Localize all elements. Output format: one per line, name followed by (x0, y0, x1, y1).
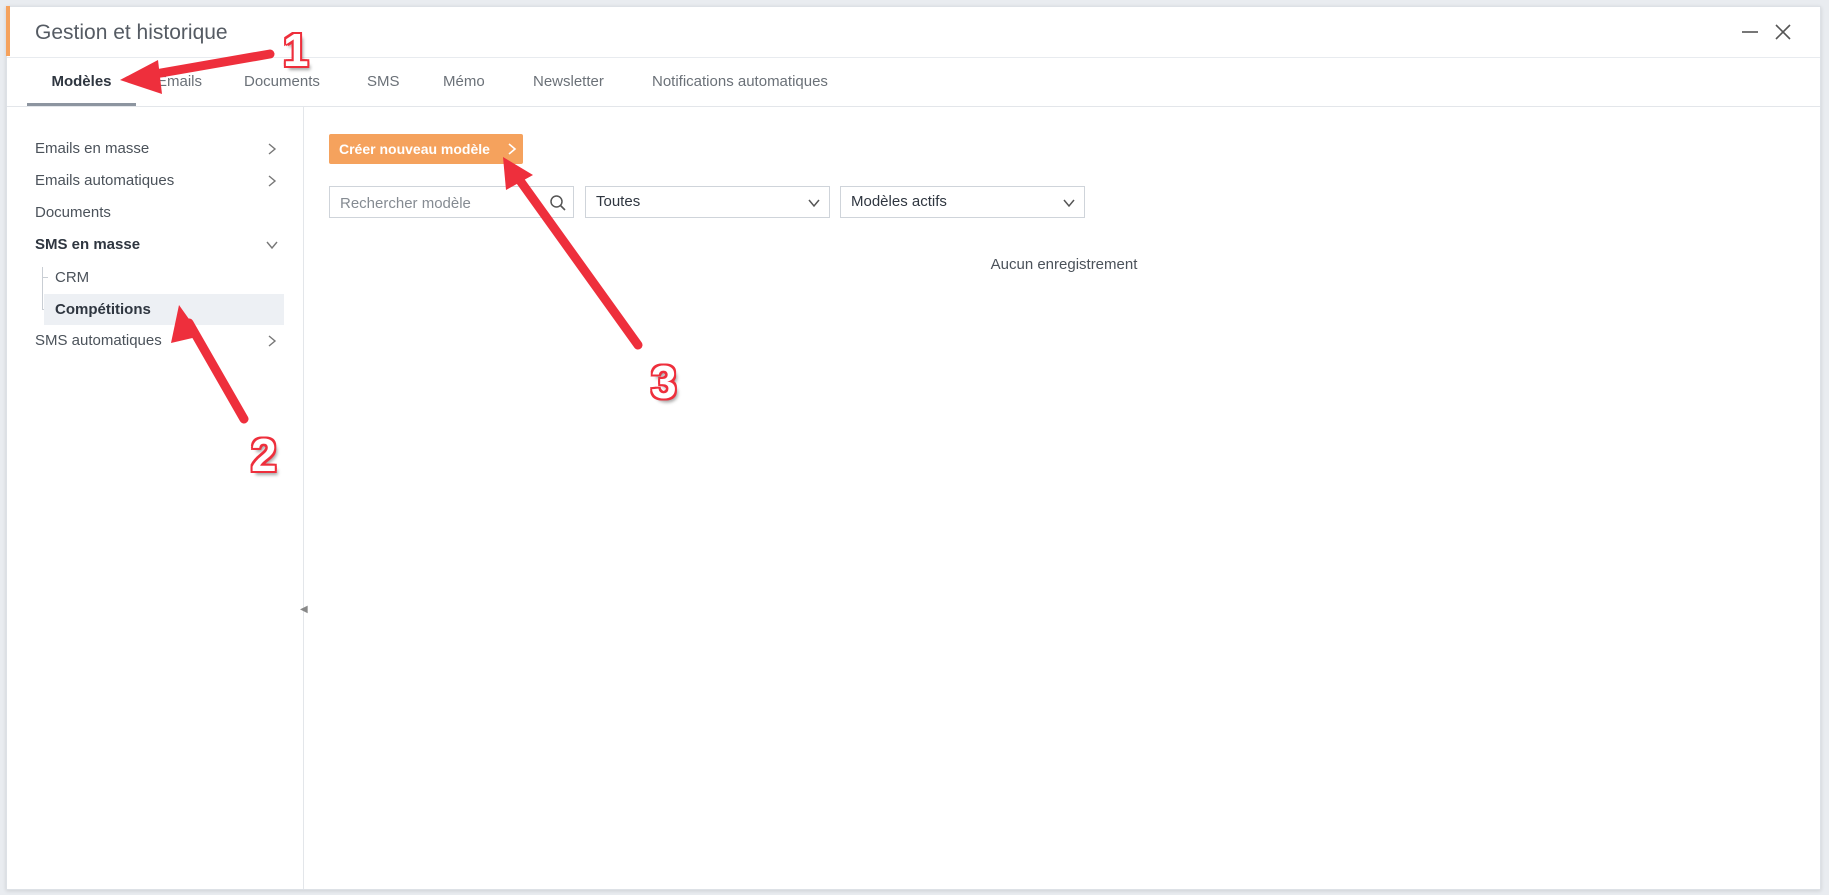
tab-bar: Modèles Emails Documents SMS Mémo Newsle… (7, 57, 1820, 107)
chevron-down-icon (808, 199, 820, 208)
create-template-label: Créer nouveau modèle (339, 141, 490, 157)
annotation-number-3: 3 (651, 356, 677, 408)
chevron-right-icon (268, 143, 277, 155)
sidebar: Emails en masse Emails automatiques Docu… (7, 107, 308, 889)
chevron-right-icon (268, 335, 277, 347)
minimize-icon[interactable] (1739, 21, 1761, 43)
annotation-number-1: 1 (283, 24, 309, 76)
tab-notifications-automatiques[interactable]: Notifications automatiques (652, 57, 828, 106)
create-template-button[interactable]: Créer nouveau modèle (329, 134, 523, 164)
sidebar-subitem-crm[interactable]: CRM (44, 262, 284, 293)
chevron-right-icon (508, 143, 517, 155)
status-select[interactable]: Modèles actifs (840, 186, 1085, 218)
chevron-right-icon (268, 175, 277, 187)
window: Gestion et historique Modèles Emails Doc… (6, 6, 1821, 890)
sidebar-item-emails-en-masse[interactable]: Emails en masse (35, 135, 283, 163)
tab-emails[interactable]: Emails (157, 57, 202, 106)
window-title: Gestion et historique (35, 21, 228, 44)
search-box (329, 186, 574, 219)
sidebar-item-label: Emails en masse (35, 140, 150, 157)
search-input[interactable] (330, 187, 542, 219)
sidebar-item-label: SMS en masse (35, 236, 141, 253)
tab-newsletter[interactable]: Newsletter (533, 57, 604, 106)
tab-modeles[interactable]: Modèles (27, 57, 136, 106)
sidebar-subitem-competitions[interactable]: Compétitions (44, 294, 284, 325)
tree-line (42, 267, 43, 309)
chevron-down-icon (266, 241, 278, 250)
sidebar-item-label: Emails automatiques (35, 172, 175, 189)
sidebar-item-label: SMS automatiques (35, 332, 162, 349)
sidebar-item-documents[interactable]: Documents (35, 199, 283, 227)
sidebar-item-sms-en-masse[interactable]: SMS en masse (35, 231, 283, 259)
annotation-number-2: 2 (251, 429, 277, 481)
chevron-down-icon (1063, 199, 1075, 208)
tab-sms[interactable]: SMS (367, 57, 400, 106)
tab-memo[interactable]: Mémo (443, 57, 485, 106)
category-select-value: Toutes (596, 193, 641, 210)
title-bar: Gestion et historique (7, 7, 1820, 58)
sidebar-item-emails-automatiques[interactable]: Emails automatiques (35, 167, 283, 195)
sidebar-item-label: Documents (35, 204, 111, 221)
main-content: Créer nouveau modèle Toutes Modèles acti… (304, 107, 1820, 889)
status-select-value: Modèles actifs (851, 193, 947, 210)
close-icon[interactable] (1772, 21, 1794, 43)
empty-state-message: Aucun enregistrement (990, 256, 1138, 273)
category-select[interactable]: Toutes (585, 186, 830, 218)
search-icon[interactable] (549, 194, 567, 212)
sidebar-item-sms-automatiques[interactable]: SMS automatiques (35, 327, 283, 355)
